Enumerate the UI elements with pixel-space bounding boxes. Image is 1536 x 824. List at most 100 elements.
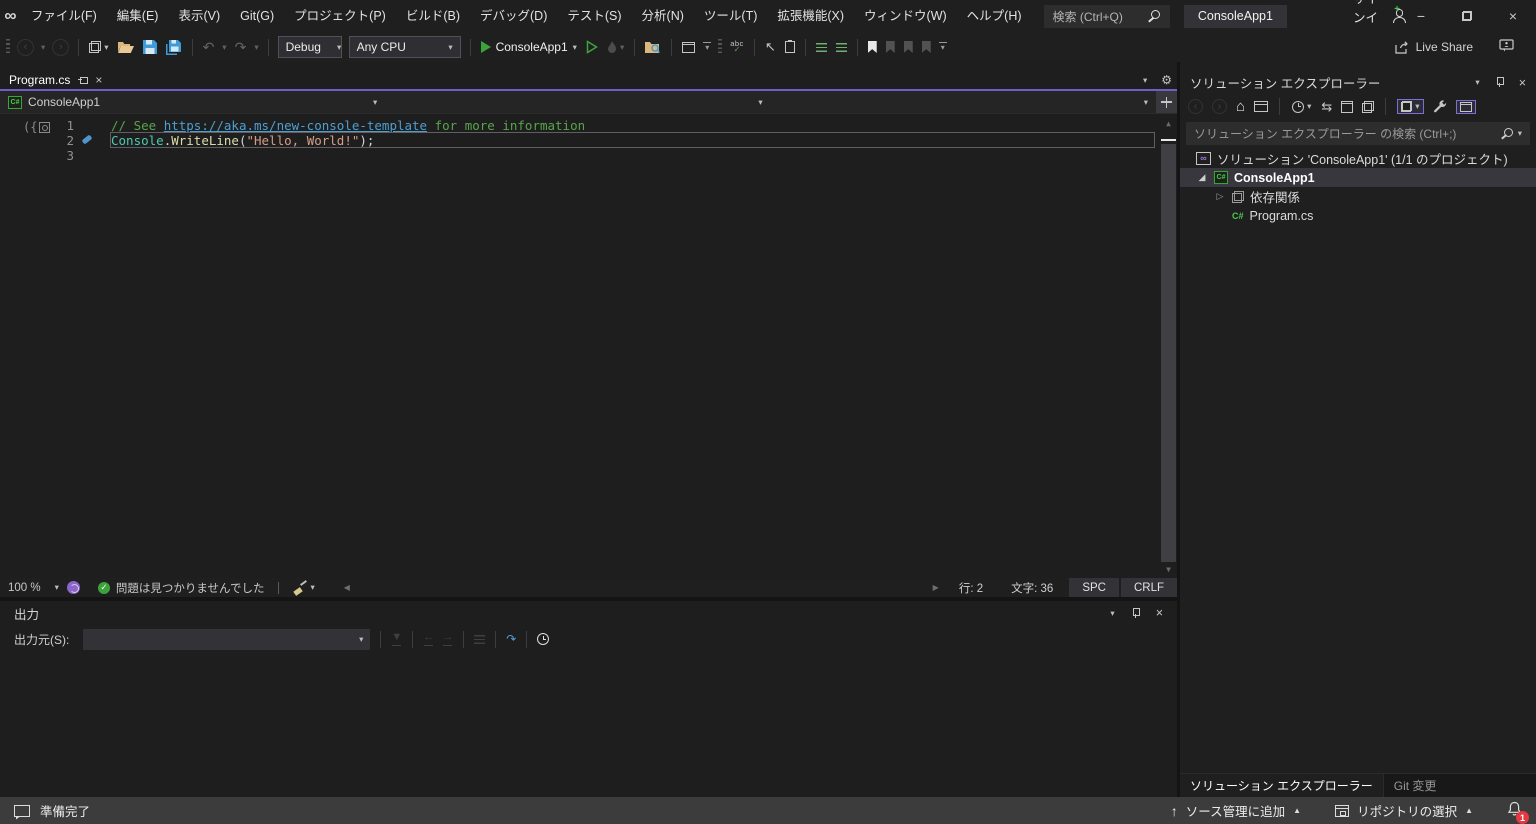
pin-icon[interactable] xyxy=(77,74,88,85)
menu-test[interactable]: テスト(S) xyxy=(557,0,631,32)
tree-node-program-cs[interactable]: C# Program.cs xyxy=(1180,206,1536,225)
menu-edit[interactable]: 編集(E) xyxy=(107,0,169,32)
navigate-back-button[interactable]: ‹ xyxy=(17,38,34,56)
clear-all-button[interactable] xyxy=(474,634,486,644)
switch-views-icon[interactable] xyxy=(1254,101,1269,112)
explorer-forward-button[interactable]: › xyxy=(1212,99,1227,114)
open-file-button[interactable] xyxy=(117,39,135,56)
code-cleanup-button[interactable]: ▾ xyxy=(293,580,315,596)
new-project-button[interactable]: ▾ xyxy=(88,39,109,55)
start-debugging-button[interactable]: ConsoleApp1 ▾ xyxy=(480,38,578,56)
column-indicator[interactable]: 文字: 36 xyxy=(997,580,1067,596)
solution-search-input[interactable]: ソリューション エクスプローラー の検索 (Ctrl+;) ▾ xyxy=(1186,122,1530,145)
solution-platform-select[interactable]: Any CPU ▾ xyxy=(348,36,461,58)
navigate-forward-button[interactable]: › xyxy=(52,38,70,56)
tab-git-changes[interactable]: Git 変更 xyxy=(1384,774,1447,797)
sync-with-active-document-button[interactable]: ⇆ xyxy=(1321,99,1332,115)
member-dropdown[interactable]: ▾ xyxy=(771,91,1156,113)
tab-solution-explorer[interactable]: ソリューション エクスプローラー xyxy=(1180,774,1384,797)
type-dropdown[interactable]: ▾ xyxy=(385,91,770,113)
feedback-console-icon[interactable] xyxy=(14,804,30,817)
navigate-back-dropdown[interactable]: ▾ xyxy=(41,43,45,52)
explorer-back-button[interactable]: ‹ xyxy=(1188,99,1203,114)
close-icon[interactable]: × xyxy=(1519,76,1526,90)
collapse-all-button[interactable] xyxy=(1341,100,1354,113)
menu-git[interactable]: Git(G) xyxy=(230,0,284,32)
goto-message-button[interactable]: ▼ xyxy=(391,632,402,646)
send-feedback-button[interactable] xyxy=(1499,39,1514,55)
tree-node-solution[interactable]: ∞ ソリューション 'ConsoleApp1' (1/1 のプロジェクト) xyxy=(1180,149,1536,168)
menu-view[interactable]: 表示(V) xyxy=(168,0,230,32)
search-options-dropdown[interactable]: ▾ xyxy=(1518,129,1522,138)
tab-program-cs[interactable]: Program.cs × xyxy=(0,70,112,89)
vertical-scrollbar[interactable]: ▲ ▼ xyxy=(1160,114,1177,578)
collapsed-icon[interactable]: ▷ xyxy=(1214,191,1226,202)
settings-wrench-icon[interactable] xyxy=(1433,99,1447,114)
add-to-source-control-button[interactable]: ↑ ソース管理に追加 ▲ xyxy=(1171,801,1301,820)
menu-extensions[interactable]: 拡張機能(X) xyxy=(767,0,854,32)
tree-node-dependencies[interactable]: ▷ 依存関係 xyxy=(1180,187,1536,206)
next-message-button[interactable]: → xyxy=(442,632,453,646)
scroll-down-icon[interactable]: ▼ xyxy=(1160,562,1177,576)
hot-reload-button[interactable]: ▾ xyxy=(606,39,625,56)
minimize-button[interactable]: − xyxy=(1398,0,1444,32)
restore-button[interactable] xyxy=(1444,0,1490,32)
close-button[interactable]: × xyxy=(1490,0,1536,32)
clear-bookmarks-button[interactable] xyxy=(921,39,932,55)
menu-debug[interactable]: デバッグ(D) xyxy=(470,0,557,32)
output-panel-header[interactable]: 出力 ▾ × xyxy=(0,601,1177,625)
spell-check-button[interactable]: abc ✓ xyxy=(729,38,745,57)
redo-button[interactable]: ↷ xyxy=(234,37,248,58)
word-wrap-button[interactable]: ↷ xyxy=(506,632,516,646)
toolbar-overflow-2[interactable]: ▾ xyxy=(938,41,947,53)
previous-bookmark-button[interactable] xyxy=(885,39,896,55)
gear-icon[interactable]: ⚙ xyxy=(1161,74,1172,86)
hscroll-right-icon[interactable]: ▶ xyxy=(927,583,945,592)
redo-dropdown[interactable]: ▾ xyxy=(254,43,258,52)
intellicode-icon[interactable] xyxy=(66,581,80,594)
menu-help[interactable]: ヘルプ(H) xyxy=(957,0,1032,32)
line-indicator[interactable]: 行: 2 xyxy=(945,580,997,596)
undo-button[interactable]: ↶ xyxy=(202,37,216,58)
window-position-dropdown[interactable]: ▾ xyxy=(1475,78,1479,87)
properties-button[interactable] xyxy=(1362,100,1375,113)
space-mode-toggle[interactable]: SPC xyxy=(1069,578,1119,597)
menu-file[interactable]: ファイル(F) xyxy=(21,0,107,32)
output-content[interactable] xyxy=(0,653,1177,797)
document-health-indicator[interactable]: ✓ 問題は見つかりませんでした xyxy=(97,580,264,596)
undo-dropdown[interactable]: ▾ xyxy=(222,43,226,52)
pending-changes-filter-button[interactable]: ▾ xyxy=(1291,99,1312,115)
home-icon[interactable]: ⌂ xyxy=(1236,98,1245,115)
solution-explorer-header[interactable]: ソリューション エクスプローラー ▾ × xyxy=(1180,62,1536,93)
split-window-button[interactable] xyxy=(1155,91,1177,113)
output-source-select[interactable]: ▾ xyxy=(83,628,371,650)
preview-selected-items-toggle[interactable] xyxy=(1455,99,1476,114)
window-position-dropdown[interactable]: ▾ xyxy=(1110,609,1114,618)
solution-configuration-select[interactable]: Debug ▾ xyxy=(277,36,342,58)
toolbar-gripper-2[interactable] xyxy=(718,38,723,56)
live-share-button[interactable]: Live Share xyxy=(1394,40,1473,54)
previous-message-button[interactable]: ← xyxy=(423,632,434,646)
hscroll-left-icon[interactable]: ◀ xyxy=(338,583,356,592)
toolbar-overflow[interactable]: ▾ xyxy=(703,41,712,53)
zoom-level-select[interactable]: 100 % ▾ xyxy=(0,582,67,594)
pin-icon[interactable] xyxy=(1494,77,1505,88)
increase-indent-button[interactable] xyxy=(835,41,848,54)
file-nesting-toggle[interactable]: ▾ xyxy=(1397,99,1424,114)
code-link[interactable]: https://aka.ms/new-console-template xyxy=(164,118,427,133)
save-button[interactable] xyxy=(142,38,158,56)
outline-widget[interactable]: ({ xyxy=(23,120,51,135)
menu-build[interactable]: ビルド(B) xyxy=(396,0,470,32)
solution-explorer-window-button[interactable] xyxy=(681,40,696,55)
project-dropdown[interactable]: C# ConsoleApp1 ▾ xyxy=(0,91,385,113)
menu-project[interactable]: プロジェクト(P) xyxy=(284,0,396,32)
document-list-dropdown[interactable]: ▾ xyxy=(1143,76,1147,85)
menu-tools[interactable]: ツール(T) xyxy=(694,0,767,32)
notifications-button[interactable]: 1 xyxy=(1507,801,1529,824)
line-ending-toggle[interactable]: CRLF xyxy=(1120,578,1177,597)
decrease-indent-button[interactable] xyxy=(815,41,828,54)
timestamp-toggle-button[interactable] xyxy=(537,633,550,645)
expanded-icon[interactable]: ◢ xyxy=(1196,172,1208,183)
menu-analyze[interactable]: 分析(N) xyxy=(632,0,694,32)
toggle-bookmark-button[interactable] xyxy=(867,39,878,55)
